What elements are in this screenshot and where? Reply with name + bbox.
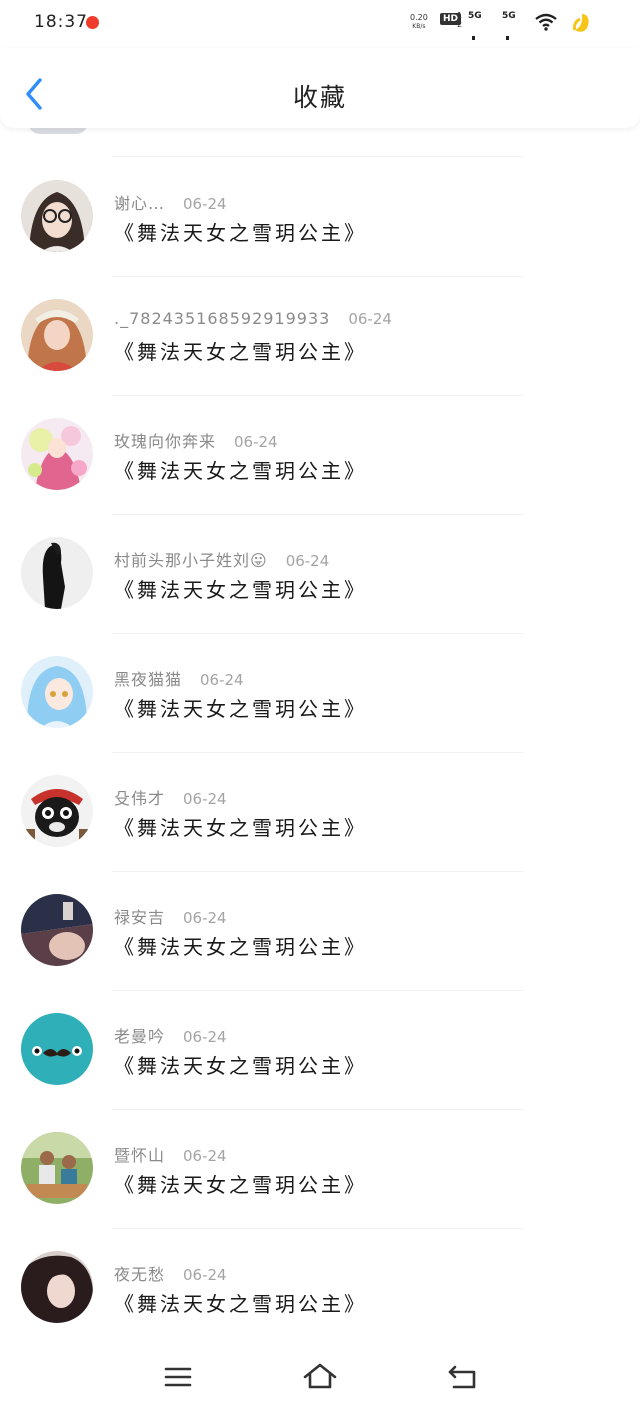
network-speed: 0.20 KB/s <box>410 13 428 31</box>
avatar[interactable] <box>21 775 93 847</box>
network-speed-unit: KB/s <box>412 23 426 30</box>
avatar[interactable] <box>21 299 93 371</box>
list-item[interactable]: 禄安吉 06-24 《舞法天女之雪玥公主》 <box>0 871 640 990</box>
avatar[interactable] <box>21 894 93 966</box>
item-username[interactable]: 老曼吟 <box>114 1027 165 1046</box>
item-content[interactable]: 《舞法天女之雪玥公主》 <box>114 693 367 722</box>
avatar[interactable] <box>21 418 93 490</box>
item-date: 06-24 <box>183 909 227 927</box>
item-content[interactable]: 《舞法天女之雪玥公主》 <box>114 812 367 841</box>
system-nav-bar <box>0 1338 640 1415</box>
avatar[interactable] <box>21 537 93 609</box>
avatar[interactable] <box>21 1251 93 1323</box>
network-speed-value: 0.20 <box>410 13 428 22</box>
item-content[interactable]: 《舞法天女之雪玥公主》 <box>114 1050 367 1079</box>
status-bar: 18:37 0.20 KB/s HD 1 2 5G 5G <box>0 0 640 97</box>
list-item[interactable]: 夜无愁 06-24 《舞法天女之雪玥公主》 <box>0 1228 640 1338</box>
item-content[interactable]: 《舞法天女之雪玥公主》 <box>114 336 367 365</box>
return-icon[interactable] <box>442 1360 482 1394</box>
item-date: 06-24 <box>285 552 330 570</box>
list-item[interactable]: ._782435168592919933 06-24 《舞法天女之雪玥公主》 <box>0 276 640 395</box>
list-item[interactable]: 玫瑰向你奔来 06-24 《舞法天女之雪玥公主》 <box>0 395 640 514</box>
item-date: 06-24 <box>348 310 392 328</box>
list-item[interactable]: 村前头那小子姓刘😛 06-24 《舞法天女之雪玥公主》 <box>0 514 640 633</box>
sim1-label: 5G <box>468 11 482 21</box>
favorites-list[interactable]: 谢心… 06-24 《舞法天女之雪玥公主》 ._78243516859291993… <box>0 128 640 1338</box>
list-item[interactable]: 暨怀山 06-24 《舞法天女之雪玥公主》 <box>0 1109 640 1228</box>
item-date: 06-24 <box>200 671 244 689</box>
home-icon[interactable] <box>300 1360 340 1394</box>
item-content[interactable]: 《舞法天女之雪玥公主》 <box>114 931 367 960</box>
list-item[interactable]: 殳伟才 06-24 《舞法天女之雪玥公主》 <box>0 752 640 871</box>
item-username[interactable]: 禄安吉 <box>114 908 165 927</box>
item-username[interactable]: 村前头那小子姓刘😛 <box>114 551 268 570</box>
item-username[interactable]: 玫瑰向你奔来 <box>114 432 216 451</box>
avatar-partial <box>28 128 88 134</box>
item-username[interactable]: 夜无愁 <box>114 1265 165 1284</box>
item-date: 06-24 <box>234 433 278 451</box>
avatar[interactable] <box>21 180 93 252</box>
item-username[interactable]: ._782435168592919933 <box>114 309 330 328</box>
sim2-label: 5G <box>502 11 516 21</box>
list-item[interactable]: 老曼吟 06-24 《舞法天女之雪玥公主》 <box>0 990 640 1109</box>
item-date: 06-24 <box>183 790 227 808</box>
avatar[interactable] <box>21 1132 93 1204</box>
menu-icon[interactable] <box>158 1360 198 1394</box>
avatar[interactable] <box>21 1013 93 1085</box>
item-date: 06-24 <box>183 1147 227 1165</box>
wifi-icon <box>535 13 557 31</box>
item-date: 06-24 <box>183 195 227 213</box>
item-content[interactable]: 《舞法天女之雪玥公主》 <box>114 1288 367 1317</box>
item-date: 06-24 <box>183 1266 227 1284</box>
battery-icon <box>572 14 589 32</box>
page-title: 收藏 <box>292 83 347 112</box>
list-item[interactable]: 黑夜猫猫 06-24 《舞法天女之雪玥公主》 <box>0 633 640 752</box>
list-item[interactable]: 谢心… 06-24 《舞法天女之雪玥公主》 <box>0 157 640 276</box>
item-content[interactable]: 《舞法天女之雪玥公主》 <box>114 574 367 603</box>
item-username[interactable]: 殳伟才 <box>114 789 165 808</box>
item-content[interactable]: 《舞法天女之雪玥公主》 <box>114 455 367 484</box>
item-content[interactable]: 《舞法天女之雪玥公主》 <box>114 217 367 246</box>
item-date: 06-24 <box>183 1028 227 1046</box>
hd-sub-label: 1 2 <box>457 11 463 29</box>
item-username[interactable]: 谢心… <box>114 194 165 213</box>
avatar[interactable] <box>21 656 93 728</box>
notification-dot-icon <box>86 16 99 29</box>
item-username[interactable]: 黑夜猫猫 <box>114 670 182 689</box>
header-bar: 收藏 <box>0 48 640 128</box>
item-username[interactable]: 暨怀山 <box>114 1146 165 1165</box>
item-content[interactable]: 《舞法天女之雪玥公主》 <box>114 1169 367 1198</box>
status-time: 18:37 <box>34 12 88 32</box>
